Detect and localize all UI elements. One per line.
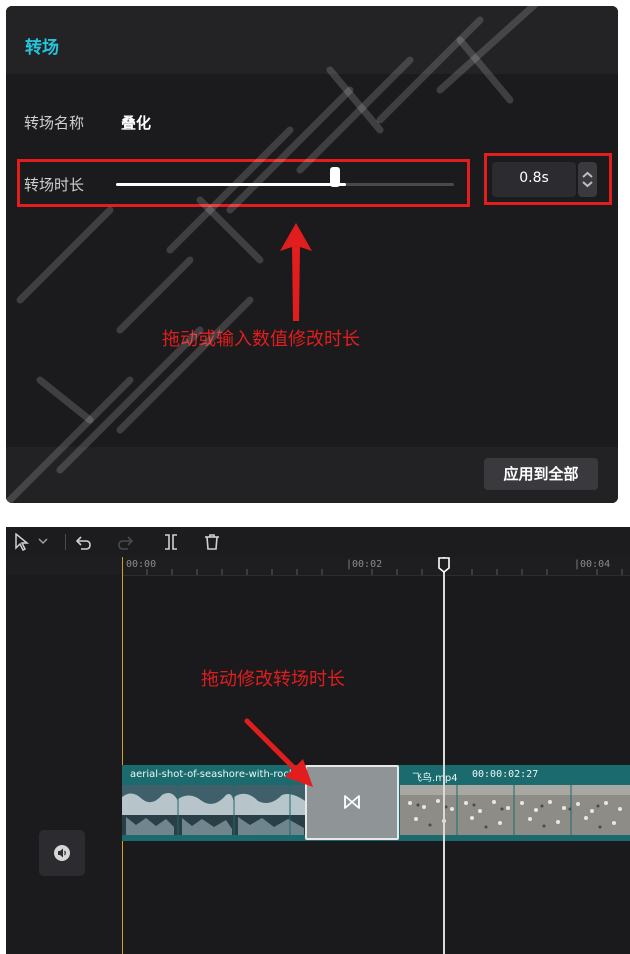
clip2-title: 飞鸟.mp4 bbox=[412, 773, 458, 784]
transition-name-label: 转场名称 bbox=[24, 114, 85, 132]
track-audio-button[interactable] bbox=[39, 830, 85, 876]
toolbar-separator bbox=[65, 534, 66, 550]
undo-icon[interactable] bbox=[75, 533, 93, 551]
timeline-toolbar bbox=[6, 527, 630, 557]
ruler-ticks bbox=[146, 569, 623, 575]
slider-highlight-box bbox=[17, 159, 470, 207]
annotation-top: 拖动或输入数值修改时长 bbox=[162, 329, 360, 350]
select-pointer-icon[interactable] bbox=[14, 533, 30, 551]
time-ruler[interactable]: 00:00 |00:02 |00:04 bbox=[6, 557, 630, 576]
timeline-start-line bbox=[122, 557, 123, 954]
clip1-thumbnails[interactable] bbox=[122, 785, 308, 835]
playhead-handle-icon[interactable] bbox=[437, 557, 451, 573]
annotation-arrow-diagonal-icon bbox=[244, 718, 313, 787]
clip2-thumbnails[interactable] bbox=[400, 785, 630, 835]
clip2-duration: 00:00:02:27 bbox=[472, 769, 539, 780]
transition-bowtie-icon bbox=[344, 795, 360, 809]
annotation-arrow-up-icon bbox=[280, 223, 312, 321]
panel-footer: 应用到全部 bbox=[6, 447, 618, 503]
chevron-down-icon[interactable] bbox=[38, 537, 48, 545]
playhead-line[interactable] bbox=[443, 557, 445, 954]
annotation-bottom: 拖动修改转场时长 bbox=[201, 669, 345, 690]
panel-title: 转场 bbox=[25, 38, 59, 58]
input-highlight-box bbox=[484, 153, 612, 205]
transition-name-value: 叠化 bbox=[121, 114, 152, 132]
redo-icon[interactable] bbox=[116, 533, 134, 551]
volume-icon bbox=[54, 845, 70, 861]
split-icon[interactable] bbox=[162, 533, 180, 551]
delete-icon[interactable] bbox=[203, 533, 221, 551]
timeline-editor: 00:00 |00:02 |00:04 aerial-shot-of-seash… bbox=[6, 527, 630, 954]
panel-header: 转场 bbox=[6, 6, 618, 74]
track-header-column bbox=[6, 575, 123, 954]
apply-to-all-button[interactable]: 应用到全部 bbox=[484, 458, 598, 490]
